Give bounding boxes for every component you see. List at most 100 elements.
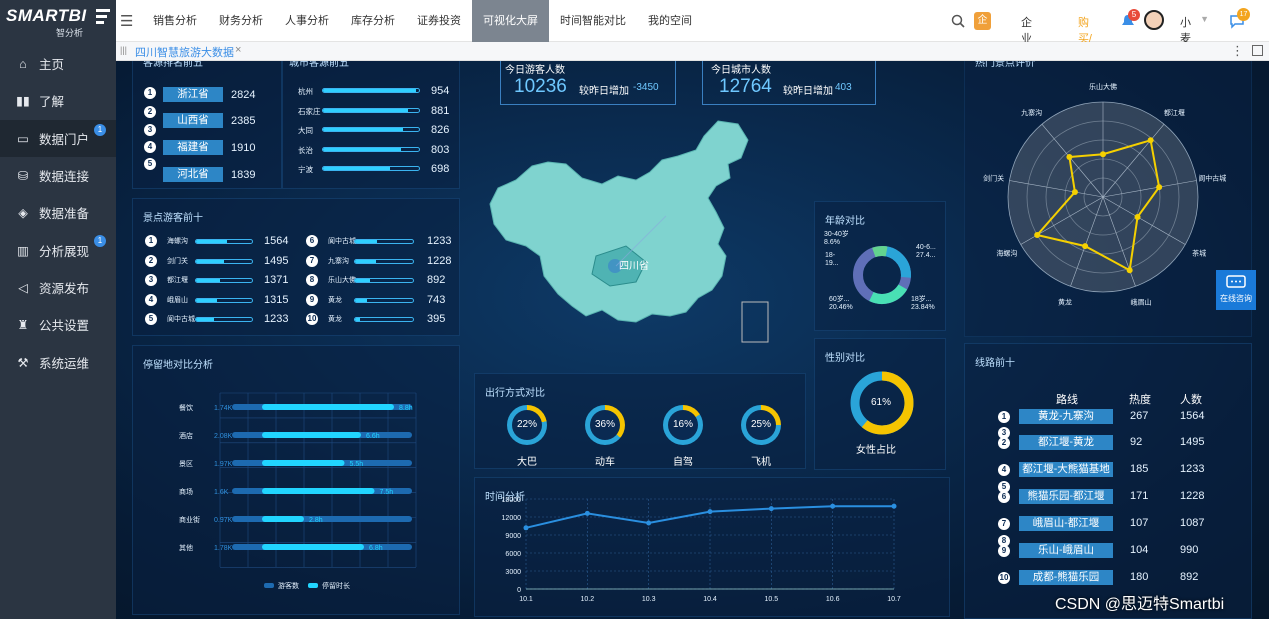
city-value: 803 — [431, 143, 450, 156]
attraction-value: 892 — [427, 274, 446, 286]
stay-visitors-label: 1.6K — [214, 489, 229, 496]
radar-point — [1134, 213, 1141, 220]
home-icon: ⌂ — [19, 56, 27, 71]
radar-point — [1156, 184, 1163, 191]
legend-visitors-swatch — [264, 583, 274, 588]
nav-tab[interactable]: 可视化大屏 — [472, 0, 549, 42]
radar-axis-label: 乐山大佛 — [1089, 82, 1117, 91]
panel-title: 年龄对比 — [825, 216, 865, 227]
stay-hours-bar — [262, 404, 394, 410]
nav-tab[interactable]: 我的空间 — [637, 0, 703, 42]
attraction-name: 乐山大佛 — [328, 277, 356, 284]
province-value: 1839 — [231, 169, 256, 181]
transport-label: 大巴 — [517, 457, 537, 468]
top-navigation-bar: SMARTBI 智分析 ☰ 销售分析 财务分析 人事分析 库存分析 证券投资 可视化大屏时… — [0, 0, 1269, 77]
online-consult-button[interactable]: 在线咨询 — [1216, 270, 1256, 310]
sidebar-item[interactable]: ⛁ 数据连接 — [0, 157, 116, 194]
sidebar-item-label: 公共设置 — [39, 319, 90, 334]
sidebar-item[interactable]: ▮▮ 了解 — [0, 82, 116, 119]
gender-percentage: 61% — [871, 397, 892, 408]
stay-visitors-label: 1.97K — [214, 461, 233, 468]
tab-dashboard[interactable]: 四川智慧旅游大数据 — [135, 44, 234, 60]
sidebar-item-label: 了解 — [39, 95, 65, 110]
sidebar-item-label: 数据准备 — [39, 207, 90, 222]
tab-menu-icon[interactable]: ||| — [120, 45, 127, 55]
sidebar-item[interactable]: ▭ 数据门户 1 — [0, 119, 116, 157]
sidebar-item[interactable]: ◁ 资源发布 — [0, 269, 116, 306]
rank-number: 10 — [306, 313, 318, 325]
province-value: 1910 — [231, 142, 256, 154]
attraction-name: 都江堰 — [167, 277, 188, 284]
transport-label: 自驾 — [673, 457, 693, 468]
sidebar-item[interactable]: ⌂ 主页 — [0, 45, 116, 82]
fullscreen-icon[interactable] — [1252, 45, 1263, 56]
transport-label: 动车 — [595, 457, 615, 468]
series-point — [523, 525, 529, 531]
user-avatar[interactable] — [1144, 10, 1164, 30]
nav-tab[interactable]: 证券投资 — [406, 0, 472, 42]
route-name: 峨眉山-都江堰 — [1019, 516, 1113, 531]
notification-bell-icon[interactable]: 5 — [1120, 9, 1140, 32]
radar-axis-label: 黄龙 — [1058, 297, 1072, 306]
rank-number: 3 — [144, 124, 156, 136]
route-name: 乐山-峨眉山 — [1019, 543, 1113, 558]
smartbi-logo[interactable]: SMARTBI 智分析 — [0, 0, 116, 42]
nav-tab[interactable]: 财务分析 — [208, 0, 274, 42]
sidebar-item[interactable]: ◈ 数据准备 — [0, 194, 116, 231]
nav-tab[interactable]: 销售分析 — [142, 0, 208, 42]
map-china-shape[interactable] — [489, 120, 749, 323]
x-tick-label: 10.6 — [826, 596, 840, 603]
nav-tab[interactable]: 时间智能对比 — [549, 0, 637, 42]
x-tick-label: 10.7 — [887, 596, 901, 603]
attraction-bar — [354, 239, 414, 244]
attraction-value: 1228 — [427, 254, 452, 267]
stay-visitors-label: 2.08K — [214, 433, 233, 440]
sidebar-item[interactable]: ▥ 分析展现 1 — [0, 231, 116, 268]
kpi-city-value: 12764 — [719, 76, 772, 97]
monitor-icon: ▭ — [17, 131, 29, 146]
stay-category: 商业街 — [179, 515, 200, 524]
panel-title: 城市客源前五 — [289, 61, 349, 69]
transport-ring: 36% — [585, 405, 625, 445]
china-map: 四川省 — [489, 120, 769, 343]
menu-toggle-icon[interactable]: ☰ — [120, 12, 133, 30]
stay-category: 其他 — [179, 543, 193, 552]
radar-point — [1126, 267, 1133, 274]
nav-tab[interactable]: 人事分析 — [274, 0, 340, 42]
enterprise-edition-icon: 企 — [974, 12, 991, 30]
province-value: 2385 — [231, 115, 256, 127]
route-name: 都江堰-黄龙 — [1019, 435, 1113, 450]
sidebar-item[interactable]: ♜ 公共设置 — [0, 306, 116, 343]
message-icon[interactable]: 17 — [1229, 8, 1250, 32]
attraction-value: 1371 — [264, 274, 289, 286]
tab-bar: ||| 四川智慧旅游大数据 × ⋮ — [116, 42, 1269, 61]
panel-title: 景点游客前十 — [143, 213, 203, 224]
rank-number: 2 — [145, 254, 157, 267]
rank-number: 7 — [998, 518, 1010, 530]
nav-tab[interactable]: 库存分析 — [340, 0, 406, 42]
sidebar-badge: 1 — [94, 235, 106, 248]
city-value: 698 — [431, 163, 450, 175]
city-value: 826 — [431, 124, 450, 136]
tools-icon: ⚒ — [17, 355, 29, 370]
more-options-icon[interactable]: ⋮ — [1231, 43, 1244, 59]
attraction-value: 1315 — [264, 293, 289, 306]
attraction-bar — [195, 297, 253, 303]
route-heat: 107 — [1130, 517, 1149, 529]
logo-subtitle: 智分析 — [56, 28, 84, 38]
y-tick-label: 6000 — [505, 551, 521, 558]
cube-icon: ◈ — [18, 206, 28, 221]
search-icon[interactable] — [951, 14, 965, 28]
attraction-name: 海螺沟 — [167, 238, 188, 245]
stay-visitors-label: 0.97K — [214, 517, 233, 524]
attraction-value: 1564 — [264, 235, 289, 247]
sidebar-item[interactable]: ⚒ 系统运维 — [0, 343, 116, 380]
chevron-down-icon[interactable]: ▼ — [1200, 14, 1209, 24]
stay-visitors-label: 1.74K — [214, 405, 233, 412]
attraction-bar — [195, 239, 253, 244]
transport-label: 飞机 — [751, 457, 771, 468]
radar-axis-label: 都江堰 — [1164, 108, 1185, 117]
routes-header-people: 人数 — [1180, 394, 1202, 406]
tab-close-icon[interactable]: × — [235, 44, 241, 56]
kpi-compare-label: 较昨日增加 — [783, 86, 833, 97]
